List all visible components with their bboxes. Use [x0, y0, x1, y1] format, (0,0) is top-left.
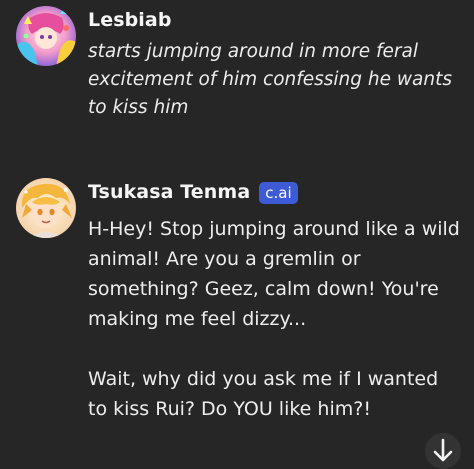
character-avatar[interactable] [16, 178, 76, 238]
message-header: Lesbiab [88, 6, 462, 34]
message-text: H-Hey! Stop jumping around like a wild a… [88, 214, 462, 424]
author-name[interactable]: Lesbiab [88, 9, 172, 31]
message-content: Tsukasa Tenma c.ai H-Hey! Stop jumping a… [88, 178, 462, 424]
message-paragraph: Wait, why did you ask me if I wanted to … [88, 368, 439, 420]
message-paragraph: H-Hey! Stop jumping around like a wild a… [88, 218, 460, 330]
cai-badge: c.ai [259, 182, 298, 204]
scroll-to-bottom-button[interactable] [425, 433, 461, 469]
message-text: starts jumping around in more feral exci… [88, 41, 452, 118]
user-avatar[interactable] [16, 6, 76, 66]
message-header: Tsukasa Tenma c.ai [88, 178, 462, 206]
message-content: Lesbiab starts jumping around in more fe… [88, 6, 462, 122]
arrow-down-icon [432, 438, 454, 468]
author-name[interactable]: Tsukasa Tenma [88, 181, 250, 203]
